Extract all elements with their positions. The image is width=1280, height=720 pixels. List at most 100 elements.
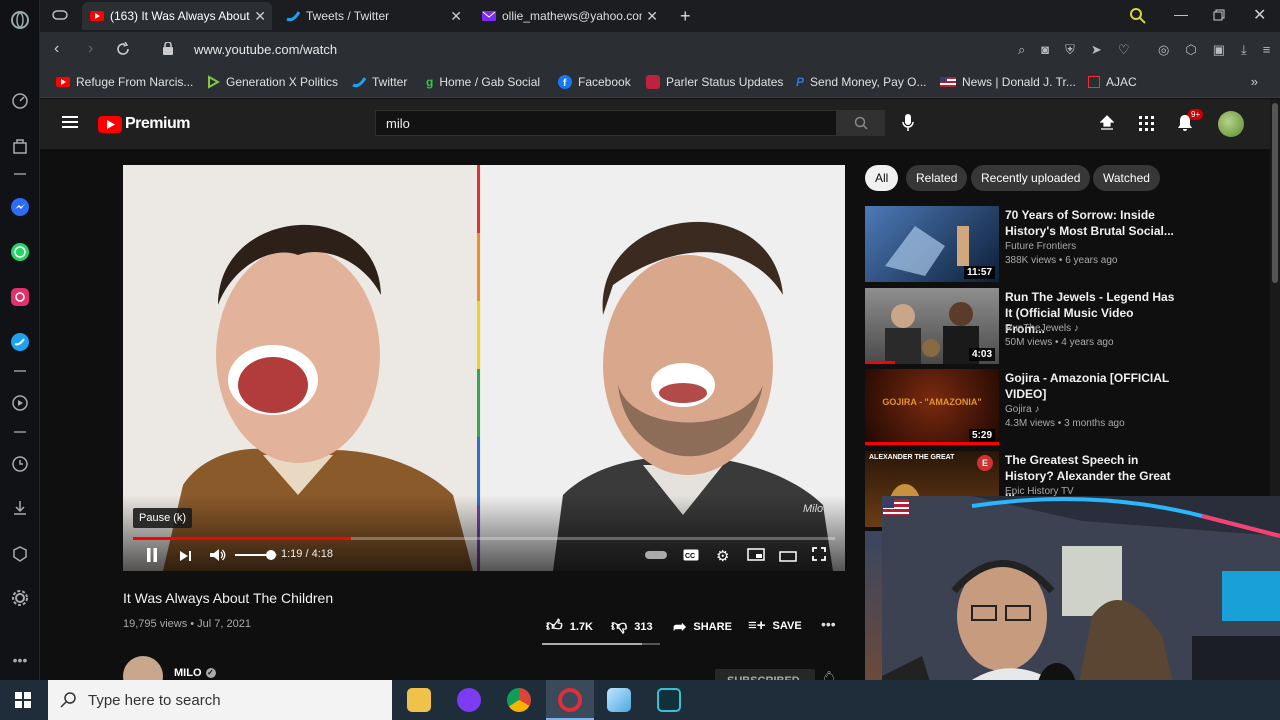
notepad-icon[interactable] (607, 688, 631, 712)
tab-youtube[interactable]: (163) It Was Always About ✕ (82, 2, 272, 30)
cube-icon[interactable]: ⬡ (1185, 42, 1196, 58)
settings-gear-icon[interactable]: ⚙ (716, 547, 729, 565)
new-tab-icon[interactable]: + (680, 6, 691, 27)
subscribed-button[interactable]: SUBSCRIBED (715, 669, 815, 680)
miniplayer-icon[interactable] (747, 548, 765, 566)
chip-watched[interactable]: Watched (1093, 165, 1160, 191)
chip-all[interactable]: All (865, 165, 899, 191)
tab-twitter[interactable]: Tweets / Twitter ✕ (278, 2, 468, 30)
fullscreen-icon[interactable] (812, 547, 826, 566)
bookmark-item[interactable]: AJAC (1088, 75, 1137, 89)
bookmark-item[interactable]: g Home / Gab Social (426, 75, 540, 89)
lock-icon[interactable] (163, 42, 173, 55)
history-icon[interactable] (8, 452, 32, 476)
taskbar-search-input[interactable]: Type here to search (48, 680, 392, 720)
autoplay-toggle[interactable] (645, 551, 667, 559)
messenger-icon[interactable] (8, 195, 32, 219)
twitter-icon (352, 76, 366, 88)
bookmark-item[interactable]: Parler Status Updates (646, 75, 783, 89)
youtube-logo[interactable]: Premium (98, 115, 190, 133)
instagram-icon[interactable] (8, 285, 32, 309)
zoom-icon[interactable]: ⌕ (1018, 42, 1025, 58)
chip-recently-uploaded[interactable]: Recently uploaded (971, 165, 1091, 191)
divider (8, 368, 32, 374)
channel-name[interactable]: MILO ✓ (174, 667, 216, 679)
hamburger-menu-icon[interactable] (62, 116, 78, 118)
channel-avatar[interactable] (123, 656, 163, 680)
whatsapp-icon[interactable] (8, 240, 32, 264)
recommendation[interactable]: 11:57 70 Years of Sorrow: Inside History… (865, 206, 1265, 282)
more-icon[interactable]: ••• (8, 648, 32, 672)
avatar[interactable] (1218, 111, 1244, 137)
player-icon[interactable] (8, 391, 32, 415)
theater-mode-icon[interactable] (779, 549, 797, 567)
close-tab-icon[interactable]: ✕ (450, 8, 462, 25)
extensions-icon[interactable] (8, 542, 32, 566)
recommendation[interactable]: 4:03 Run The Jewels - Legend Has It (Off… (865, 288, 1265, 364)
share-button[interactable]: ➦ SHARE (673, 617, 732, 637)
upload-icon[interactable] (1099, 115, 1115, 136)
search-input[interactable]: milo (375, 110, 837, 136)
forward-icon[interactable]: › (88, 40, 93, 58)
bookmark-item[interactable]: News | Donald J. Tr... (940, 75, 1076, 89)
next-icon[interactable] (179, 549, 193, 567)
back-icon[interactable]: ‹ (54, 40, 59, 58)
share-label: SHARE (693, 621, 732, 633)
search-tabs-icon[interactable] (1130, 8, 1146, 24)
bell-icon[interactable]: 🔔︎ (820, 670, 838, 680)
box-icon[interactable]: ▣ (1213, 42, 1225, 58)
captions-icon[interactable]: CC (683, 548, 699, 566)
like-button[interactable]: 👍︎ 1.7K (546, 617, 593, 636)
speed-dial-icon[interactable] (8, 89, 32, 113)
snip-tool-icon[interactable] (657, 688, 681, 712)
file-explorer-icon[interactable] (407, 688, 431, 712)
gamepad-icon[interactable] (52, 8, 68, 22)
settings-icon[interactable] (8, 586, 32, 610)
apps-icon[interactable] (1139, 116, 1154, 131)
vr-icon[interactable]: ◎ (1158, 42, 1169, 58)
download-icon[interactable]: ⤓ (1241, 42, 1247, 58)
close-tab-icon[interactable]: ✕ (254, 8, 266, 25)
save-button[interactable]: ≡+ SAVE (748, 617, 802, 634)
more-bookmarks-icon[interactable]: » (1251, 74, 1258, 89)
recommendation[interactable]: GOJIRA - "AMAZONIA" 5:29 Gojira - Amazon… (865, 369, 1265, 445)
bookmark-item[interactable]: Twitter (352, 75, 407, 89)
close-tab-icon[interactable]: ✕ (646, 8, 658, 25)
shield-icon[interactable]: ⛨ (1065, 42, 1075, 58)
dislike-button[interactable]: 👎︎ 313 (611, 617, 653, 636)
shopping-icon[interactable] (8, 134, 32, 158)
scrollbar-thumb[interactable] (1272, 103, 1278, 283)
send-icon[interactable]: ➤ (1091, 42, 1102, 58)
chip-related[interactable]: Related (906, 165, 968, 191)
bookmark-item[interactable]: Refuge From Narcis... (56, 75, 193, 89)
url-text[interactable]: www.youtube.com/watch (194, 42, 337, 57)
bookmark-label: News | Donald J. Tr... (962, 75, 1076, 89)
bookmark-item[interactable]: Generation X Politics (206, 75, 338, 89)
restore-icon[interactable] (1213, 9, 1225, 21)
volume-icon[interactable] (209, 548, 227, 567)
tab-yahoo-mail[interactable]: ollie_mathews@yahoo.com ✕ (474, 2, 664, 30)
chrome-icon[interactable] (507, 688, 531, 712)
opera-logo-icon[interactable] (8, 8, 32, 32)
share-icon: ➦ (673, 619, 687, 636)
app-icon[interactable] (457, 688, 481, 712)
twitter-icon[interactable] (8, 330, 32, 354)
heart-icon[interactable]: ♡ (1118, 42, 1130, 58)
windows-start-icon[interactable] (15, 692, 31, 713)
more-actions-icon[interactable]: ••• (821, 616, 836, 632)
video-player[interactable]: Milo Pause (k) 1:19 / 4:18 CC ⚙ (123, 165, 845, 571)
close-window-icon[interactable]: ✕ (1253, 5, 1266, 25)
bookmark-item[interactable]: f Facebook (558, 75, 631, 89)
downloads-icon[interactable] (8, 496, 32, 520)
volume-handle[interactable] (266, 550, 276, 560)
voice-search-icon[interactable] (902, 114, 914, 137)
progress-bar[interactable] (133, 537, 835, 540)
menu-icon[interactable]: ≡ (1263, 42, 1271, 58)
search-button[interactable] (837, 110, 885, 136)
bookmark-item[interactable]: P Send Money, Pay O... (796, 75, 927, 89)
opera-taskbar-button[interactable] (546, 680, 594, 720)
camera-icon[interactable]: ◙ (1041, 42, 1049, 58)
minimize-icon[interactable]: — (1174, 6, 1188, 22)
pause-icon[interactable] (145, 547, 159, 568)
reload-icon[interactable] (116, 42, 130, 56)
